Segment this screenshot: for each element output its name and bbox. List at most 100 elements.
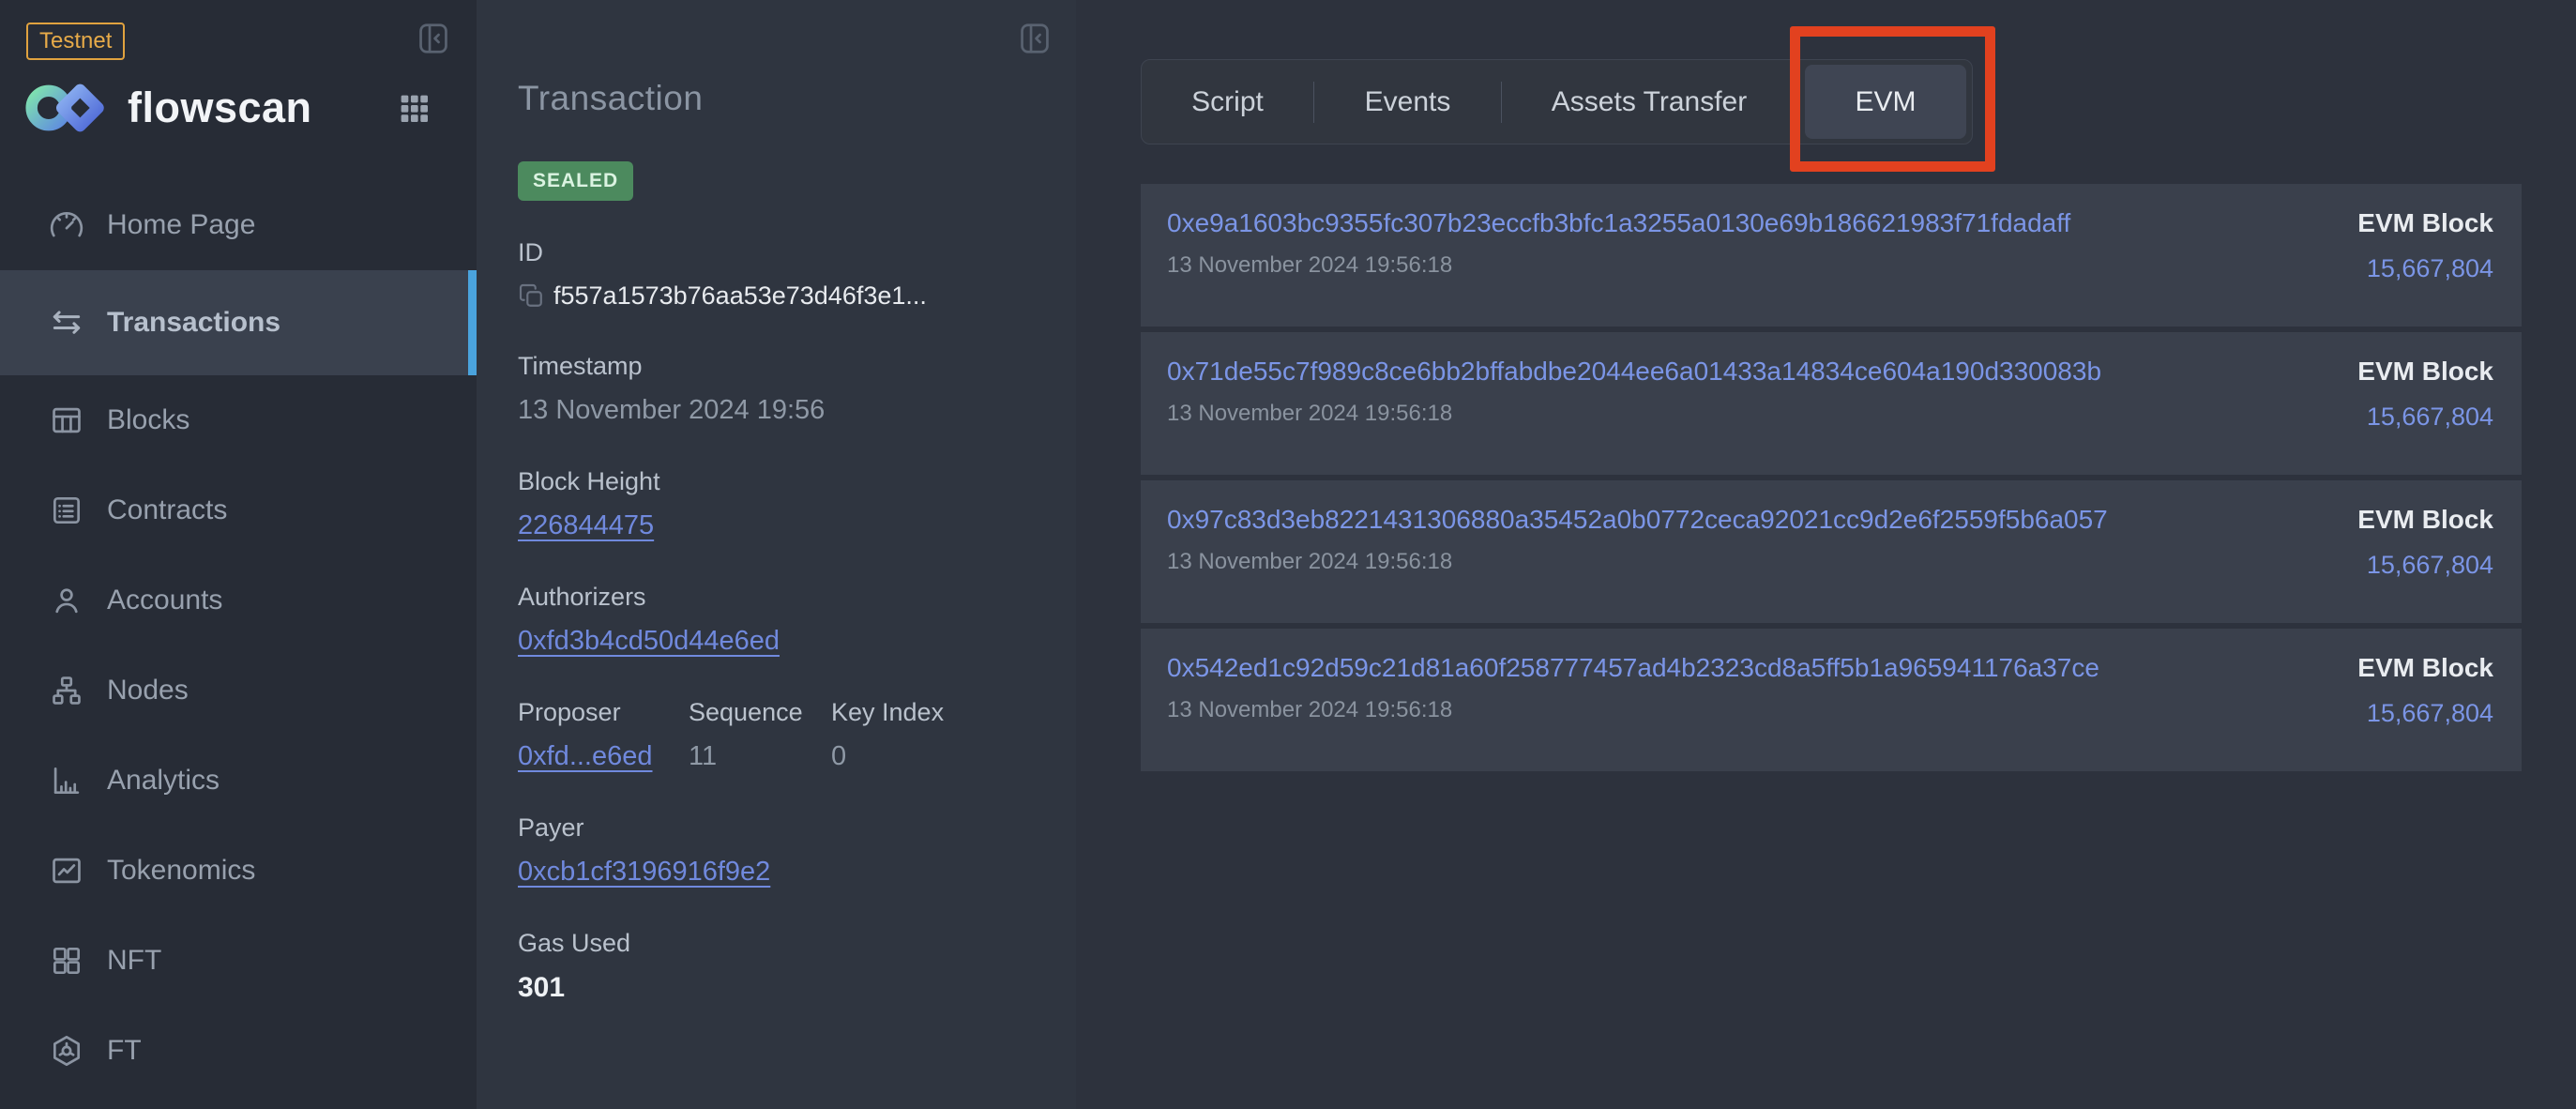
sidebar-item-label: Contracts — [107, 494, 227, 526]
table-icon — [49, 403, 84, 438]
evm-block-number-link[interactable]: 15,667,804 — [2357, 403, 2493, 432]
evm-block-label: EVM Block — [2357, 357, 2493, 387]
tab-script[interactable]: Script — [1142, 60, 1313, 144]
evm-transaction-row[interactable]: 0x97c83d3eb8221431306880a35452a0b0772cec… — [1141, 480, 2522, 623]
sidebar-item-label: Blocks — [107, 404, 189, 436]
tab-label: EVM — [1855, 86, 1916, 118]
sidebar-item-label: Tokenomics — [107, 855, 255, 887]
field-block-height: Block Height 226844475 — [518, 467, 1035, 541]
field-id: ID f557a1573b76aa53e73d46f3e1... — [518, 238, 1035, 311]
transaction-detail-panel: Transaction SEALED ID f557a1573b76aa53e7… — [477, 0, 1076, 1109]
sidebar-item-label: Analytics — [107, 765, 220, 797]
evm-tx-hash-link[interactable]: 0xe9a1603bc9355fc307b23eccfb3bfc1a3255a0… — [1167, 208, 2070, 237]
network-badge: Testnet — [26, 23, 125, 60]
token-cube-icon — [49, 1033, 84, 1069]
panel-collapse-icon[interactable] — [1017, 21, 1053, 56]
sidebar-item-label: NFT — [107, 945, 161, 977]
page-title: Transaction — [518, 0, 1035, 118]
evm-tx-timestamp: 13 November 2024 19:56:18 — [1167, 697, 2099, 723]
gauge-icon — [49, 207, 84, 243]
brand-name: flowscan — [128, 84, 312, 132]
evm-block-label: EVM Block — [2357, 505, 2493, 535]
trend-chart-icon — [49, 853, 84, 889]
tab-events[interactable]: Events — [1314, 60, 1501, 144]
apps-grid-icon[interactable] — [397, 91, 432, 126]
sidebar-collapse-icon[interactable] — [416, 21, 451, 56]
sidebar-item-blocks[interactable]: Blocks — [0, 375, 477, 465]
proposer-address-link[interactable]: 0xfd...e6ed — [518, 741, 653, 771]
sidebar-item-nodes[interactable]: Nodes — [0, 646, 477, 736]
field-label: Gas Used — [518, 929, 1035, 958]
hierarchy-icon — [49, 673, 84, 708]
sequence-value: 11 — [689, 741, 831, 772]
sidebar-nav: Home Page Transactions Blocks — [0, 180, 477, 1096]
status-badge: SEALED — [518, 161, 633, 201]
document-list-icon — [49, 493, 84, 528]
sidebar-item-tokenomics[interactable]: Tokenomics — [0, 826, 477, 916]
field-label: Authorizers — [518, 583, 1035, 612]
field-payer: Payer 0xcb1cf3196916f9e2 — [518, 813, 1035, 888]
sidebar-item-transactions[interactable]: Transactions — [0, 270, 477, 375]
sidebar-item-accounts[interactable]: Accounts — [0, 555, 477, 646]
sidebar-item-label: FT — [107, 1035, 142, 1067]
block-height-link[interactable]: 226844475 — [518, 510, 654, 540]
tab-bar: Script Events Assets Transfer EVM — [1141, 59, 1973, 144]
evm-transaction-row[interactable]: 0xe9a1603bc9355fc307b23eccfb3bfc1a3255a0… — [1141, 184, 2522, 327]
evm-tx-hash-link[interactable]: 0x97c83d3eb8221431306880a35452a0b0772cec… — [1167, 505, 2108, 534]
evm-transaction-row[interactable]: 0x71de55c7f989c8ce6bb2bffabdbe2044ee6a01… — [1141, 332, 2522, 475]
sidebar-item-label: Home Page — [107, 209, 255, 241]
flowscan-app: Testnet — [0, 0, 2576, 1109]
evm-tx-hash-link[interactable]: 0x71de55c7f989c8ce6bb2bffabdbe2044ee6a01… — [1167, 357, 2101, 386]
tab-divider — [1796, 82, 1797, 123]
gas-used-value: 301 — [518, 972, 1035, 1004]
sidebar-item-label: Nodes — [107, 675, 189, 706]
brand[interactable]: flowscan — [24, 79, 312, 137]
authorizer-address-link[interactable]: 0xfd3b4cd50d44e6ed — [518, 626, 780, 656]
field-gas-used: Gas Used 301 — [518, 929, 1035, 1004]
tab-label: Assets Transfer — [1552, 86, 1747, 118]
evm-tx-hash-link[interactable]: 0x542ed1c92d59c21d81a60f258777457ad4b232… — [1167, 653, 2099, 682]
field-authorizers: Authorizers 0xfd3b4cd50d44e6ed — [518, 583, 1035, 657]
evm-tx-timestamp: 13 November 2024 19:56:18 — [1167, 252, 2070, 279]
evm-block-label: EVM Block — [2357, 208, 2493, 238]
sidebar-item-label: Transactions — [107, 307, 280, 339]
payer-address-link[interactable]: 0xcb1cf3196916f9e2 — [518, 857, 770, 887]
transaction-tabs-section: Script Events Assets Transfer EVM 0xe9a1… — [1076, 0, 2576, 1109]
evm-block-label: EVM Block — [2357, 653, 2493, 683]
sidebar-item-contracts[interactable]: Contracts — [0, 465, 477, 555]
sidebar-item-nft[interactable]: NFT — [0, 916, 477, 1006]
evm-transaction-row[interactable]: 0x542ed1c92d59c21d81a60f258777457ad4b232… — [1141, 629, 2522, 771]
tab-label: Events — [1365, 86, 1451, 118]
field-label: Proposer — [518, 698, 689, 727]
key-index-value: 0 — [831, 741, 944, 772]
sidebar-item-label: Accounts — [107, 585, 222, 616]
user-icon — [49, 583, 84, 618]
bar-chart-icon — [49, 763, 84, 798]
field-label: Timestamp — [518, 352, 1035, 381]
sidebar-item-analytics[interactable]: Analytics — [0, 736, 477, 826]
sidebar: Testnet — [0, 0, 477, 1109]
tab-evm[interactable]: EVM — [1805, 65, 1966, 139]
evm-transaction-list: 0xe9a1603bc9355fc307b23eccfb3bfc1a3255a0… — [1141, 184, 2522, 777]
transaction-id: f557a1573b76aa53e73d46f3e1... — [553, 281, 927, 311]
tab-label: Script — [1191, 86, 1264, 118]
copy-icon[interactable] — [518, 282, 545, 310]
tab-assets-transfer[interactable]: Assets Transfer — [1502, 60, 1796, 144]
field-label: Payer — [518, 813, 1035, 843]
field-label: Key Index — [831, 698, 944, 727]
evm-block-number-link[interactable]: 15,667,804 — [2357, 699, 2493, 728]
arrows-left-right-icon — [49, 305, 84, 341]
field-label: ID — [518, 238, 1035, 267]
evm-block-number-link[interactable]: 15,667,804 — [2357, 254, 2493, 283]
evm-tx-timestamp: 13 November 2024 19:56:18 — [1167, 401, 2101, 427]
evm-block-number-link[interactable]: 15,667,804 — [2357, 551, 2493, 580]
field-timestamp: Timestamp 13 November 2024 19:56 — [518, 352, 1035, 426]
timestamp-value: 13 November 2024 19:56 — [518, 395, 1035, 426]
field-proposer-row: Proposer 0xfd...e6ed Sequence 11 Key Ind… — [518, 698, 1035, 772]
sidebar-item-ft[interactable]: FT — [0, 1006, 477, 1096]
grid-2x2-icon — [49, 943, 84, 979]
evm-tx-timestamp: 13 November 2024 19:56:18 — [1167, 549, 2108, 575]
sidebar-item-home-page[interactable]: Home Page — [0, 180, 477, 270]
flowscan-logo-icon — [24, 79, 109, 137]
field-label: Sequence — [689, 698, 831, 727]
